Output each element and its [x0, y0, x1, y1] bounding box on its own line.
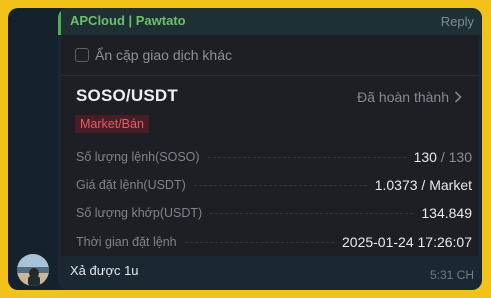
detail-row-quantity: Số lượng lệnh(SOSO) 130 / 130 — [76, 148, 472, 166]
hide-other-pairs-toggle[interactable]: Ẩn cặp giao dịch khác — [75, 45, 232, 65]
message-text: Xả được 1u — [70, 263, 139, 278]
reply-button[interactable]: Reply — [441, 14, 474, 29]
chevron-right-icon — [454, 91, 462, 103]
detail-row-price: Giá đặt lệnh(USDT) 1.0373 / Market — [76, 176, 472, 194]
trading-pair: SOSO/USDT — [76, 86, 178, 105]
detail-row-time: Thời gian đặt lệnh 2025-01-24 17:26:07 — [76, 233, 472, 251]
chat-window: APCloud | Pawtato Reply Ẩn cặp giao dịch… — [0, 0, 491, 298]
dotted-leader — [193, 184, 367, 186]
detail-label: Giá đặt lệnh(USDT) — [76, 178, 186, 192]
detail-value: 2025-01-24 17:26:07 — [342, 234, 472, 250]
message-footer: Xả được 1u 5:31 CH — [58, 256, 482, 290]
message-time: 5:31 CH — [429, 268, 474, 282]
hide-other-pairs-label: Ẩn cặp giao dịch khác — [95, 47, 232, 63]
avatar[interactable] — [17, 254, 49, 286]
hide-other-pairs-checkbox[interactable] — [75, 48, 89, 62]
dotted-leader — [207, 156, 406, 158]
message-bubble[interactable]: APCloud | Pawtato Reply Ẩn cặp giao dịch… — [58, 8, 482, 290]
order-type-badge: Market/Bán — [75, 115, 149, 133]
detail-value-total: / 130 — [436, 149, 472, 165]
reply-author: APCloud | Pawtato — [70, 13, 186, 28]
order-status: Đã hoàn thành — [357, 89, 449, 105]
order-card[interactable]: Ẩn cặp giao dịch khác SOSO/USDT Đã hoàn … — [61, 35, 478, 256]
detail-row-filled: Số lượng khớp(USDT) 134.849 — [76, 204, 472, 222]
reply-quote[interactable]: APCloud | Pawtato Reply — [58, 8, 482, 35]
detail-value: 1.0373 / Market — [374, 177, 472, 193]
detail-label: Số lượng lệnh(SOSO) — [76, 150, 200, 164]
detail-value: 130 / 130 — [413, 149, 472, 165]
detail-label: Số lượng khớp(USDT) — [76, 206, 203, 220]
divider — [61, 75, 478, 76]
order-status-link[interactable]: Đã hoàn thành — [357, 89, 462, 105]
reply-accent-bar — [58, 8, 61, 35]
dotted-leader — [210, 212, 414, 214]
detail-label: Thời gian đặt lệnh — [76, 235, 177, 249]
dotted-leader — [184, 241, 334, 243]
detail-value: 134.849 — [421, 205, 472, 221]
